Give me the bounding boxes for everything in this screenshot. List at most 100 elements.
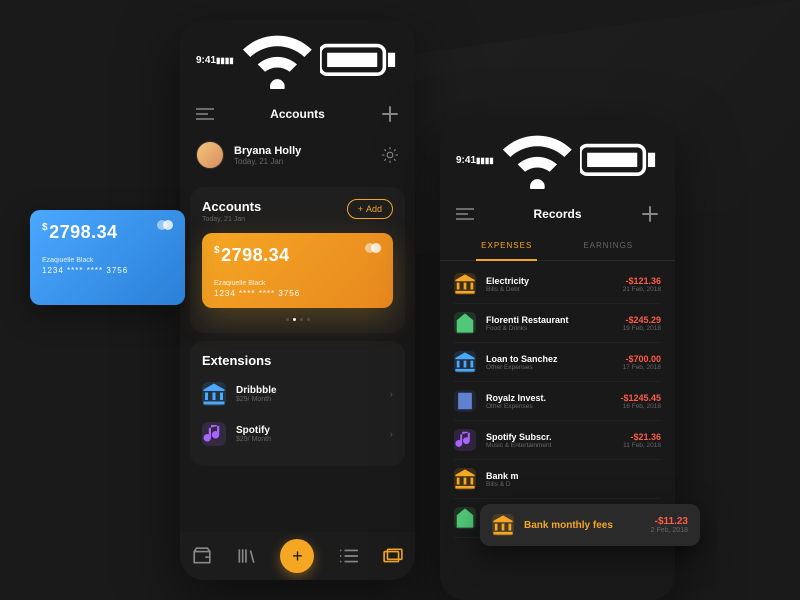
add-account-button[interactable]: + Add [347, 199, 393, 219]
section-title: Accounts [202, 199, 261, 214]
transaction-date: 11 Feb, 2018 [623, 442, 661, 449]
phone-accounts-screen: 9:41 ▮▮▮▮ Accounts Bryana Holly Today, 2… [180, 20, 415, 580]
wifi-icon [238, 30, 317, 91]
transaction-amount: -$700.00 [623, 354, 661, 364]
category-icon [454, 312, 476, 334]
transaction-row[interactable]: Royalz Invest. Other Expenses -$1245.45 … [454, 382, 661, 421]
header: Records [440, 197, 675, 231]
tab-bar: + [180, 532, 415, 580]
status-time: 9:41 [456, 155, 476, 166]
status-bar: 9:41 ▮▮▮▮ [180, 20, 415, 97]
avatar[interactable] [196, 141, 224, 169]
page-title: Records [533, 207, 581, 221]
cards-icon[interactable] [383, 546, 403, 566]
transaction-row[interactable]: Bank m Bills & D [454, 460, 661, 499]
credit-card-blue[interactable]: $2798.34 Ezaqiuelle Black 1234 **** ****… [30, 210, 185, 305]
category-icon [454, 429, 476, 451]
transaction-amount: -$1245.45 [620, 393, 661, 403]
card-balance: $2798.34 [42, 222, 173, 243]
transaction-row[interactable]: Loan to Sanchez Other Expenses -$700.00 … [454, 343, 661, 382]
transaction-row[interactable]: Spotify Subscr. Music & Entertainment -$… [454, 421, 661, 460]
card-number: 1234 **** **** 3756 [42, 266, 173, 275]
extensions-section: Extensions Dribbble $29/ Month › Spotify… [190, 341, 405, 466]
popup-date: 2 Feb, 2018 [651, 527, 688, 534]
category-icon [454, 390, 476, 412]
menu-icon[interactable] [196, 105, 214, 123]
gear-icon[interactable] [381, 146, 399, 164]
popup-amount: -$11.23 [651, 516, 688, 527]
category-icon [454, 507, 476, 529]
transaction-name: Royalz Invest. [486, 393, 610, 403]
wallet-icon[interactable] [192, 546, 212, 566]
extension-name: Spotify [236, 425, 380, 436]
transaction-name: Florenti Restaurant [486, 315, 613, 325]
transaction-name: Bank m [486, 471, 651, 481]
chevron-right-icon: › [390, 429, 393, 440]
tab-earnings[interactable]: EARNINGS [558, 231, 660, 260]
transaction-row[interactable]: Electricity Bills & Debt -$121.36 21 Feb… [454, 265, 661, 304]
page-dots [202, 318, 393, 321]
mastercard-icon [365, 243, 383, 255]
wifi-icon [498, 130, 577, 191]
transaction-date: 19 Feb, 2018 [623, 325, 661, 332]
signal-icon: ▮▮▮▮ [476, 156, 494, 165]
transaction-category: Bills & D [486, 481, 651, 488]
transaction-date: 16 Feb, 2018 [620, 403, 661, 410]
signal-icon: ▮▮▮▮ [216, 56, 234, 65]
transaction-name: Spotify Subscr. [486, 432, 613, 442]
bank-icon [202, 382, 226, 406]
card-balance: $2798.34 [214, 245, 381, 266]
plus-icon: + [358, 204, 363, 214]
tab-expenses[interactable]: EXPENSES [456, 231, 558, 260]
mastercard-icon [157, 220, 175, 232]
battery-icon [580, 142, 659, 180]
status-time: 9:41 [196, 55, 216, 66]
transaction-date: 17 Feb, 2018 [623, 364, 661, 371]
transaction-category: Bills & Debt [486, 286, 613, 293]
music-icon [202, 422, 226, 446]
transaction-category: Other Expenses [486, 403, 610, 410]
chevron-right-icon: › [390, 389, 393, 400]
extension-price: $29/ Month [236, 436, 380, 443]
extension-item[interactable]: Dribbble $29/ Month › [202, 374, 393, 414]
transaction-list: Electricity Bills & Debt -$121.36 21 Feb… [440, 261, 675, 542]
profile-name: Bryana Holly [234, 145, 371, 157]
section-subtitle: Today, 21 Jan [202, 216, 261, 223]
list-icon[interactable] [339, 546, 359, 566]
category-icon [454, 273, 476, 295]
status-bar: 9:41 ▮▮▮▮ [440, 120, 675, 197]
transaction-row[interactable]: Florenti Restaurant Food & Drinks -$245.… [454, 304, 661, 343]
transaction-name: Electricity [486, 276, 613, 286]
transaction-category: Food & Drinks [486, 325, 613, 332]
credit-card-gold[interactable]: $2798.34 Ezaqiuelle Black 1234 **** ****… [202, 233, 393, 308]
category-icon [454, 351, 476, 373]
transaction-name: Loan to Sanchez [486, 354, 613, 364]
card-holder: Ezaqiuelle Black [42, 257, 173, 264]
card-number: 1234 **** **** 3756 [214, 289, 381, 298]
extension-item[interactable]: Spotify $29/ Month › [202, 414, 393, 454]
page-title: Accounts [270, 107, 325, 121]
extension-price: $29/ Month [236, 396, 380, 403]
card-holder: Ezaqiuelle Black [214, 280, 381, 287]
transaction-category: Other Expenses [486, 364, 613, 371]
section-title: Extensions [202, 353, 393, 368]
category-icon [454, 468, 476, 490]
transaction-amount: -$121.36 [623, 276, 661, 286]
fab-add-button[interactable]: + [280, 539, 314, 573]
record-tabs: EXPENSES EARNINGS [440, 231, 675, 261]
add-icon[interactable] [381, 105, 399, 123]
bank-icon [492, 514, 514, 536]
profile-row: Bryana Holly Today, 21 Jan [180, 131, 415, 179]
transaction-date: 21 Feb, 2018 [623, 286, 661, 293]
extension-name: Dribbble [236, 385, 380, 396]
accounts-section: Accounts Today, 21 Jan + Add $2798.34 Ez… [190, 187, 405, 333]
transaction-amount: -$245.29 [623, 315, 661, 325]
transaction-category: Music & Entertainment [486, 442, 613, 449]
books-icon[interactable] [236, 546, 256, 566]
header: Accounts [180, 97, 415, 131]
transaction-popup[interactable]: Bank monthly fees -$11.23 2 Feb, 2018 [480, 504, 700, 546]
transaction-amount: -$21.36 [623, 432, 661, 442]
add-icon[interactable] [641, 205, 659, 223]
popup-name: Bank monthly fees [524, 520, 641, 531]
menu-icon[interactable] [456, 205, 474, 223]
